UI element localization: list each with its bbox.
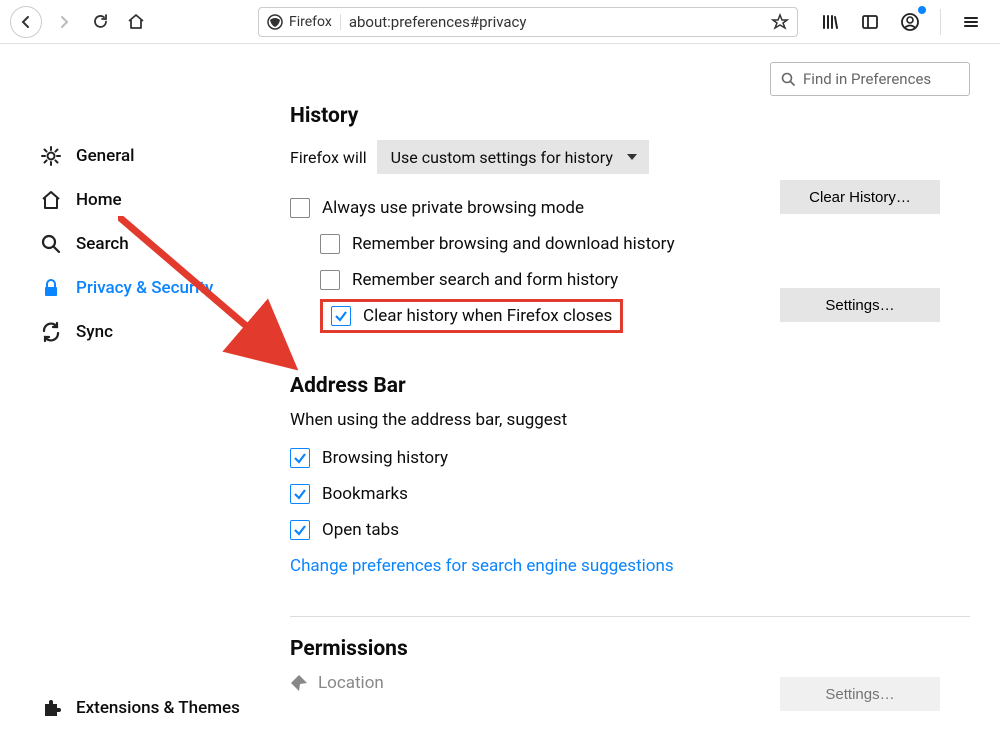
sidebar-item-search[interactable]: Search bbox=[40, 222, 260, 266]
url-text[interactable]: about:preferences#privacy bbox=[349, 13, 763, 31]
permission-label: Location bbox=[318, 673, 384, 693]
firefox-will-label: Firefox will bbox=[290, 148, 367, 167]
remember-browsing-checkbox-row[interactable]: Remember browsing and download history bbox=[320, 226, 970, 262]
sidebar-item-privacy[interactable]: Privacy & Security bbox=[40, 266, 260, 310]
suggest-bookmarks-checkbox-row[interactable]: Bookmarks bbox=[290, 476, 970, 512]
sidebar-item-extensions[interactable]: Extensions & Themes bbox=[40, 686, 260, 730]
library-button[interactable] bbox=[816, 8, 844, 36]
sidebar-item-label: Privacy & Security bbox=[76, 278, 213, 298]
sidebar-item-label: Sync bbox=[76, 322, 113, 342]
permissions-section: Permissions Settings… Location bbox=[290, 637, 970, 693]
search-preferences-input[interactable]: Find in Preferences bbox=[770, 62, 970, 96]
checkbox-label: Remember search and form history bbox=[352, 270, 618, 290]
checkbox-checked[interactable] bbox=[290, 448, 310, 468]
gear-icon bbox=[40, 145, 62, 167]
firefox-icon bbox=[267, 14, 283, 30]
checkbox-unchecked[interactable] bbox=[320, 270, 340, 290]
search-placeholder: Find in Preferences bbox=[803, 70, 931, 88]
forward-button[interactable] bbox=[50, 8, 78, 36]
checkbox-checked[interactable] bbox=[290, 484, 310, 504]
sidebar-item-label: General bbox=[76, 146, 134, 166]
sidebar-toggle-button[interactable] bbox=[856, 8, 884, 36]
puzzle-icon bbox=[40, 698, 62, 718]
checkbox-label: Browsing history bbox=[322, 448, 448, 468]
checkbox-label: Remember browsing and download history bbox=[352, 234, 675, 254]
search-suggestions-link[interactable]: Change preferences for search engine sug… bbox=[290, 556, 674, 576]
sidebar-item-label: Extensions & Themes bbox=[76, 698, 240, 718]
search-icon bbox=[781, 72, 795, 86]
checkbox-label: Clear history when Firefox closes bbox=[363, 306, 612, 326]
history-section: History Firefox will Use custom settings… bbox=[290, 104, 970, 334]
checkbox-checked[interactable] bbox=[290, 520, 310, 540]
sidebar-item-label: Search bbox=[76, 234, 129, 254]
history-mode-select[interactable]: Use custom settings for history bbox=[377, 140, 649, 174]
category-sidebar: General Home Search Privacy & Security S… bbox=[0, 44, 260, 750]
history-settings-button[interactable]: Settings… bbox=[780, 288, 940, 322]
sidebar-item-sync[interactable]: Sync bbox=[40, 310, 260, 354]
checkbox-checked[interactable] bbox=[331, 306, 351, 326]
reload-button[interactable] bbox=[86, 8, 114, 36]
account-button[interactable] bbox=[896, 8, 924, 36]
clear-history-button[interactable]: Clear History… bbox=[780, 180, 940, 214]
section-divider bbox=[290, 616, 970, 617]
back-button[interactable] bbox=[10, 6, 42, 38]
location-settings-button[interactable]: Settings… bbox=[780, 677, 940, 711]
lock-icon bbox=[40, 278, 62, 298]
permissions-heading: Permissions bbox=[290, 637, 970, 661]
sidebar-item-label: Home bbox=[76, 190, 122, 210]
checkbox-unchecked[interactable] bbox=[290, 198, 310, 218]
location-icon bbox=[290, 674, 308, 692]
suggest-opentabs-checkbox-row[interactable]: Open tabs bbox=[290, 512, 970, 548]
sync-icon bbox=[40, 321, 62, 343]
preferences-content: Find in Preferences History Firefox will… bbox=[260, 44, 1000, 750]
address-bar-heading: Address Bar bbox=[290, 374, 970, 398]
home-icon bbox=[40, 189, 62, 211]
url-bar[interactable]: Firefox about:preferences#privacy bbox=[258, 7, 798, 37]
annotation-highlight: Clear history when Firefox closes bbox=[320, 299, 623, 333]
checkbox-unchecked[interactable] bbox=[320, 234, 340, 254]
suggest-history-checkbox-row[interactable]: Browsing history bbox=[290, 440, 970, 476]
history-heading: History bbox=[290, 104, 970, 128]
identity-box[interactable]: Firefox bbox=[267, 14, 341, 30]
checkbox-label: Always use private browsing mode bbox=[322, 198, 584, 218]
checkbox-label: Bookmarks bbox=[322, 484, 408, 504]
checkbox-label: Open tabs bbox=[322, 520, 399, 540]
search-icon bbox=[40, 233, 62, 255]
sidebar-item-home[interactable]: Home bbox=[40, 178, 260, 222]
address-bar-desc: When using the address bar, suggest bbox=[290, 410, 970, 430]
identity-label: Firefox bbox=[289, 14, 332, 30]
history-mode-value: Use custom settings for history bbox=[391, 148, 613, 167]
sidebar-item-general[interactable]: General bbox=[40, 134, 260, 178]
menu-button[interactable] bbox=[957, 8, 985, 36]
browser-toolbar: Firefox about:preferences#privacy bbox=[0, 0, 1000, 44]
address-bar-section: Address Bar When using the address bar, … bbox=[290, 374, 970, 576]
home-button[interactable] bbox=[122, 8, 150, 36]
bookmark-star-icon[interactable] bbox=[771, 13, 789, 31]
